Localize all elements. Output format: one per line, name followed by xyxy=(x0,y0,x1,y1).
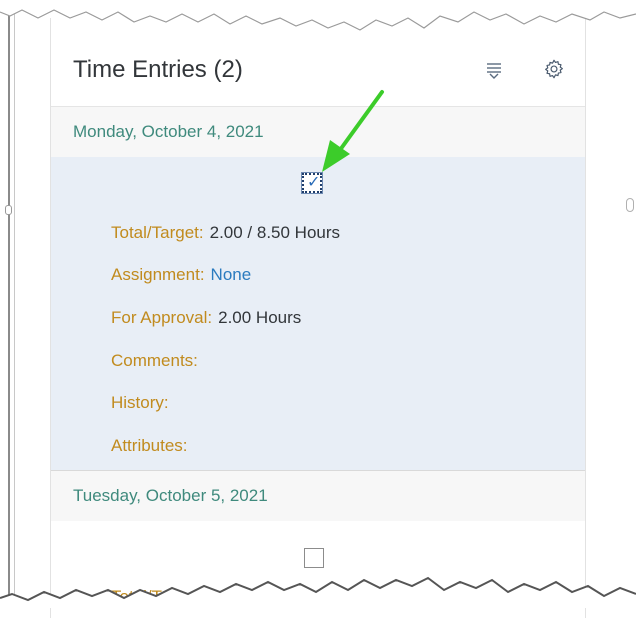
checkmark-icon: ✓ xyxy=(307,172,321,191)
field-comments: Comments: xyxy=(111,351,198,371)
group-header-monday[interactable]: Monday, October 4, 2021 xyxy=(51,106,585,158)
torn-edge-top xyxy=(0,0,636,31)
field-label: History: xyxy=(111,393,169,412)
page-title: Time Entries (2) xyxy=(73,56,243,83)
field-attributes: Attributes: xyxy=(111,436,188,456)
group-header-tuesday[interactable]: Tuesday, October 5, 2021 xyxy=(51,470,585,522)
field-assignment: Assignment: None xyxy=(111,265,251,285)
splitter-handle-left[interactable] xyxy=(5,205,12,215)
field-label: Comments: xyxy=(111,351,198,370)
field-total-target: Total/Target: 2.00 / 8.50 Hours xyxy=(111,223,340,243)
field-label: Total/Target: xyxy=(111,223,204,242)
group-date: Tuesday, October 5, 2021 xyxy=(73,486,268,505)
group-date: Monday, October 4, 2021 xyxy=(73,122,264,141)
select-checkbox[interactable]: ✓ xyxy=(301,172,323,194)
panel-header: Time Entries (2) xyxy=(51,48,585,98)
field-for-approval: For Approval: 2.00 Hours xyxy=(111,308,301,328)
assignment-link[interactable]: None xyxy=(211,265,252,284)
field-label: Assignment: xyxy=(111,265,205,284)
sort-icon[interactable] xyxy=(485,61,503,79)
time-entries-panel: Time Entries (2) Monday, October 4, 2021… xyxy=(50,18,586,618)
field-value: 2.00 / 8.50 Hours xyxy=(209,223,341,242)
gear-icon[interactable] xyxy=(543,58,565,80)
window-left-border xyxy=(8,0,15,608)
field-value: 2.00 Hours xyxy=(218,308,302,327)
field-label: Attributes: xyxy=(111,436,188,455)
torn-edge-bottom xyxy=(0,576,636,608)
time-entry-row-selected[interactable]: ✓ Total/Target: 2.00 / 8.50 Hours Assignm… xyxy=(51,157,585,470)
field-label: For Approval: xyxy=(111,308,213,327)
splitter-handle-right[interactable] xyxy=(626,198,634,212)
field-history: History: xyxy=(111,393,169,413)
select-checkbox[interactable] xyxy=(304,548,324,568)
